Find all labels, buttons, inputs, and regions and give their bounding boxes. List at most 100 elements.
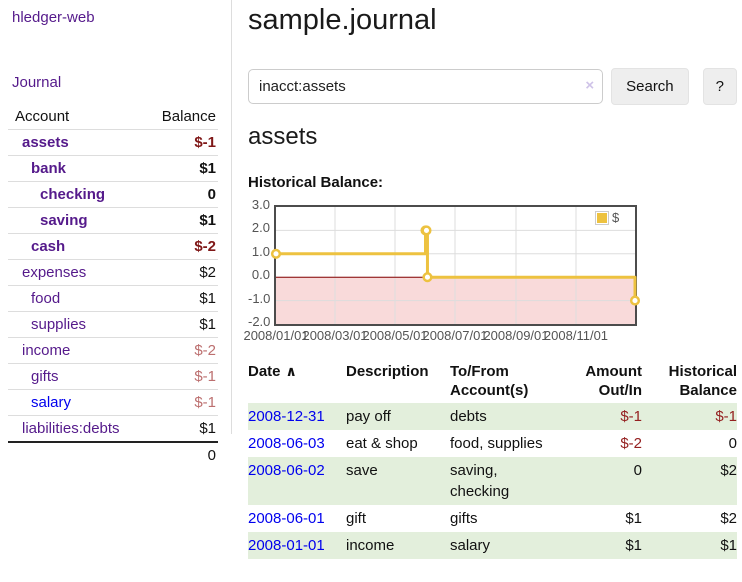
register-description-cell: eat & shop — [346, 430, 450, 457]
account-row: expenses $2 — [8, 260, 218, 286]
account-name-cell: supplies — [8, 312, 140, 338]
register-balance-cell: $1 — [642, 532, 737, 559]
register-balance-cell: 0 — [642, 430, 737, 457]
y-axis-tick-label: 3.0 — [248, 197, 270, 213]
account-link-salary[interactable]: salary — [31, 394, 71, 411]
search-input[interactable] — [248, 69, 603, 104]
amount-column-header: Amount Out/In — [560, 360, 642, 403]
register-balance-cell: $2 — [642, 457, 737, 505]
register-accounts-cell: food, supplies — [450, 430, 560, 457]
register-table: Date∧ Description To/From Account(s) Amo… — [248, 360, 737, 559]
account-name-cell: liabilities:debts — [8, 416, 140, 443]
transaction-date-link[interactable]: 2008-06-02 — [248, 462, 325, 479]
account-balance: 0 — [140, 182, 218, 208]
register-description-cell: gift — [346, 505, 450, 532]
account-balance: $-1 — [140, 364, 218, 390]
account-link-assets[interactable]: assets — [22, 134, 69, 151]
account-row: supplies $1 — [8, 312, 218, 338]
sidebar-item-journal[interactable]: Journal — [0, 26, 231, 91]
balance-column-header: Balance — [140, 104, 218, 130]
legend-label: $ — [612, 211, 619, 225]
main-content: sample.journal × Search ? assets Histori… — [248, 0, 737, 582]
x-axis-tick-label: 2008/09/01 — [483, 328, 548, 344]
register-header-row: Date∧ Description To/From Account(s) Amo… — [248, 360, 737, 403]
date-column-header[interactable]: Date∧ — [248, 360, 346, 403]
account-balance: $-2 — [140, 338, 218, 364]
x-axis-tick-label: 2008/11/01 — [544, 328, 608, 344]
chart-legend: $ — [595, 211, 619, 225]
y-axis-tick-label: 0.0 — [248, 267, 270, 283]
account-link-expenses[interactable]: expenses — [22, 264, 86, 281]
accounts-column-header: To/From Account(s) — [450, 360, 560, 403]
x-axis-tick-label: 2008/03/01 — [302, 328, 367, 344]
register-amount-cell: $-2 — [560, 430, 642, 457]
register-date-cell: 2008-01-01 — [248, 532, 346, 559]
register-amount-cell: $1 — [560, 505, 642, 532]
register-date-cell: 2008-06-02 — [248, 457, 346, 505]
account-name-cell: bank — [8, 156, 140, 182]
transaction-date-link[interactable]: 2008-01-01 — [248, 537, 325, 554]
account-name-cell: checking — [8, 182, 140, 208]
y-axis-tick-label: -1.0 — [248, 291, 270, 307]
accounts-table: Account Balance assets$-1bank$1checking0… — [8, 104, 218, 468]
register-description-cell: pay off — [346, 403, 450, 430]
register-accounts-cell: saving, checking — [450, 457, 560, 505]
register-amount-cell: $1 — [560, 532, 642, 559]
account-link-income[interactable]: income — [22, 342, 70, 359]
account-row: bank $1 — [8, 156, 218, 182]
search-button[interactable]: Search — [611, 68, 689, 105]
account-link-gifts[interactable]: gifts — [31, 368, 59, 385]
register-amount-cell: 0 — [560, 457, 642, 505]
sort-ascending-icon: ∧ — [286, 363, 297, 379]
account-link-supplies[interactable]: supplies — [31, 316, 86, 333]
chart-plot-area — [274, 205, 637, 326]
account-link-bank[interactable]: bank — [31, 160, 66, 177]
accounts-total-row: 0 — [8, 442, 218, 468]
transaction-date-link[interactable]: 2008-12-31 — [248, 408, 325, 425]
x-axis-tick-label: 2008/01/01 — [243, 328, 308, 344]
register-balance-cell: $2 — [642, 505, 737, 532]
chart-title: Historical Balance: — [248, 173, 383, 193]
x-axis-tick-label: 2008/07/01 — [422, 328, 487, 344]
account-row: saving$1 — [8, 208, 218, 234]
account-balance: $1 — [140, 312, 218, 338]
accounts-header-row: Account Balance — [8, 104, 218, 130]
register-accounts-cell: gifts — [450, 505, 560, 532]
account-balance: $-1 — [140, 390, 218, 416]
search-box: × — [248, 69, 603, 104]
transaction-date-link[interactable]: 2008-06-01 — [248, 510, 325, 527]
account-balance: $2 — [140, 260, 218, 286]
account-balance: $-2 — [140, 234, 218, 260]
account-link-saving[interactable]: saving — [40, 212, 88, 229]
account-name-cell: saving — [8, 208, 140, 234]
account-link-liabilities:debts[interactable]: liabilities:debts — [22, 420, 120, 437]
clear-search-icon[interactable]: × — [585, 77, 594, 95]
search-form: × Search ? — [248, 68, 737, 105]
account-link-food[interactable]: food — [31, 290, 60, 307]
account-balance: $1 — [140, 156, 218, 182]
help-button[interactable]: ? — [703, 68, 737, 105]
register-accounts-cell: debts — [450, 403, 560, 430]
account-row: liabilities:debts$1 — [8, 416, 218, 443]
app-title-link[interactable]: hledger-web — [0, 0, 231, 26]
account-name-cell: food — [8, 286, 140, 312]
accounts-total-balance: 0 — [140, 442, 218, 468]
account-link-cash[interactable]: cash — [31, 238, 65, 255]
legend-swatch-icon — [595, 211, 609, 225]
balance-column-header: Historical Balance — [642, 360, 737, 403]
account-row: assets$-1 — [8, 130, 218, 156]
account-link-checking[interactable]: checking — [40, 186, 105, 203]
account-name-cell: income — [8, 338, 140, 364]
description-column-header: Description — [346, 360, 450, 403]
account-name-cell: cash — [8, 234, 140, 260]
register-row: 2008-12-31pay offdebts$-1$-1 — [248, 403, 737, 430]
transaction-date-link[interactable]: 2008-06-03 — [248, 435, 325, 452]
page-title: sample.journal — [248, 0, 437, 40]
register-date-cell: 2008-06-03 — [248, 430, 346, 457]
register-row: 2008-06-02savesaving, checking0$2 — [248, 457, 737, 505]
account-row: checking 0 — [8, 182, 218, 208]
x-axis-tick-label: 2008/05/01 — [362, 328, 427, 344]
register-balance-cell: $-1 — [642, 403, 737, 430]
historical-balance-chart: 3.02.01.00.0-1.0-2.02008/01/012008/03/01… — [248, 198, 737, 348]
register-accounts-cell: salary — [450, 532, 560, 559]
